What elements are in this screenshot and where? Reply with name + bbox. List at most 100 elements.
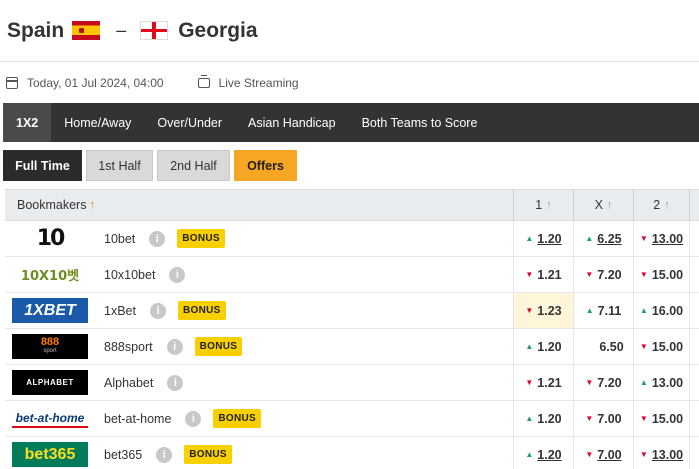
odd-x-cell[interactable]: ▼ 7.20 [574, 365, 634, 400]
odds-value[interactable]: 1.20 [537, 232, 561, 246]
odd-1-cell[interactable]: ▼ 1.21 [514, 365, 574, 400]
bookmaker-logo[interactable]: 1XBET [12, 298, 88, 323]
odd-x-cell[interactable]: ▲ 7.11 [574, 293, 634, 328]
odds-value[interactable]: 16.00 [652, 304, 683, 318]
odd-2-cell[interactable]: ▼ 13.00 [634, 221, 690, 256]
info-icon[interactable]: i [185, 410, 202, 427]
bonus-badge[interactable]: BONUS [194, 337, 243, 356]
odd-1-cell[interactable]: ▲ 1.20 [514, 329, 574, 364]
odd-2-cell[interactable]: ▼ 13.00 [634, 437, 690, 469]
odds-value[interactable]: 13.00 [652, 232, 683, 246]
odd-1-cell[interactable]: ▲ 1.20 [514, 437, 574, 469]
tab-1x2[interactable]: 1X2 [3, 103, 52, 142]
bonus-badge[interactable]: BONUS [213, 409, 262, 428]
tab-home-away[interactable]: Home/Away [51, 103, 144, 142]
odds-value[interactable]: 7.00 [597, 412, 621, 426]
odd-x-cell[interactable]: ▲ 6.25 [574, 221, 634, 256]
bookmaker-name[interactable]: bet365 [104, 448, 142, 462]
tab-over-under[interactable]: Over/Under [144, 103, 235, 142]
odd-2-cell[interactable]: ▼ 15.00 [634, 329, 690, 364]
odds-value[interactable]: 6.25 [597, 232, 621, 246]
odds-up-icon: ▲ [525, 414, 534, 423]
bookmaker-name[interactable]: 10bet [104, 232, 135, 246]
odds-value[interactable]: 7.00 [597, 448, 621, 462]
odds-value[interactable]: 13.00 [652, 376, 683, 390]
odds-down-icon: ▼ [639, 270, 648, 279]
bookmaker-logo[interactable]: 10 [12, 226, 88, 251]
odds-value[interactable]: 7.20 [597, 268, 621, 282]
odd-x-cell[interactable]: ▼ 7.00 [574, 437, 634, 469]
col-2-header[interactable]: 2 ↑ [634, 190, 690, 220]
bookmaker-cell: 10X10벳 10x10bet i [5, 257, 514, 292]
odd-2-cell[interactable]: ▲ 13.00 [634, 365, 690, 400]
info-icon[interactable]: i [169, 266, 186, 283]
tab-offers[interactable]: Offers [234, 150, 297, 181]
odd-2-cell[interactable]: ▲ 16.00 [634, 293, 690, 328]
bookmaker-logo[interactable]: bet365 [12, 442, 88, 467]
bookmaker-name[interactable]: 10x10bet [104, 268, 155, 282]
sort-arrow-icon: ↑ [89, 199, 95, 211]
odds-value[interactable]: 15.00 [652, 412, 683, 426]
bookmaker-logo[interactable]: bet-at-home [12, 409, 88, 428]
bookmakers-header[interactable]: Bookmakers ↑ [5, 190, 514, 220]
away-team-name[interactable]: Georgia [178, 19, 257, 43]
odd-2-cell[interactable]: ▼ 15.00 [634, 257, 690, 292]
odds-value[interactable]: 1.20 [537, 448, 561, 462]
bookmaker-cell: bet-at-home bet-at-home i BONUS [5, 401, 514, 436]
col-x-header[interactable]: X ↑ [574, 190, 634, 220]
odds-down-icon: ▼ [585, 378, 594, 387]
odd-1-cell[interactable]: ▼ 1.21 [514, 257, 574, 292]
home-team-name[interactable]: Spain [7, 19, 64, 43]
info-icon[interactable]: i [156, 446, 173, 463]
tab-full-time[interactable]: Full Time [3, 150, 82, 181]
tab-both-teams-to-score[interactable]: Both Teams to Score [349, 103, 491, 142]
odds-down-icon: ▼ [639, 342, 648, 351]
info-icon[interactable]: i [167, 374, 184, 391]
tab-asian-handicap[interactable]: Asian Handicap [235, 103, 349, 142]
odds-table: Bookmakers ↑ 1 ↑ X ↑ 2 ↑ 10 10bet i BONUS ▲ 1.20… [5, 189, 699, 469]
bookmaker-name[interactable]: Alphabet [104, 376, 153, 390]
odd-1-cell[interactable]: ▲ 1.20 [514, 401, 574, 436]
table-row: ALPHABET Alphabet i ▼ 1.21 ▼ 7.20 ▲ 13.00 [5, 365, 699, 401]
odds-value[interactable]: 7.11 [598, 304, 622, 318]
bookmaker-logo[interactable]: ALPHABET [12, 370, 88, 395]
table-header: Bookmakers ↑ 1 ↑ X ↑ 2 ↑ [5, 189, 699, 221]
info-icon[interactable]: i [149, 230, 166, 247]
bookmaker-name[interactable]: 1xBet [104, 304, 136, 318]
odds-down-icon: ▼ [639, 234, 648, 243]
odds-value[interactable]: 1.20 [537, 412, 561, 426]
odd-x-cell[interactable]: ▼ 7.20 [574, 257, 634, 292]
odds-down-icon: ▼ [585, 450, 594, 459]
odds-up-icon: ▲ [525, 234, 534, 243]
tab-1st-half[interactable]: 1st Half [86, 150, 153, 181]
table-row: 10 10bet i BONUS ▲ 1.20 ▲ 6.25 ▼ 13.00 [5, 221, 699, 257]
odds-value[interactable]: 1.21 [537, 268, 561, 282]
odds-value[interactable]: 13.00 [652, 448, 683, 462]
bookmaker-logo[interactable]: 10X10벳 [12, 262, 88, 287]
odds-value[interactable]: 15.00 [652, 340, 683, 354]
odd-x-cell[interactable]: ▼ 7.00 [574, 401, 634, 436]
tab-2nd-half[interactable]: 2nd Half [157, 150, 230, 181]
bonus-badge[interactable]: BONUS [184, 445, 232, 464]
odds-value[interactable]: 15.00 [652, 268, 683, 282]
bookmaker-name[interactable]: 888sport [104, 340, 153, 354]
bookmaker-name[interactable]: bet-at-home [104, 412, 171, 426]
odd-1-cell[interactable]: ▼ 1.23 [514, 293, 574, 328]
bookmaker-logo[interactable]: 888 sport [12, 334, 88, 359]
col-1-header[interactable]: 1 ↑ [514, 190, 574, 220]
odd-2-cell[interactable]: ▼ 15.00 [634, 401, 690, 436]
odds-value[interactable]: 1.21 [537, 376, 561, 390]
info-icon[interactable]: i [149, 302, 166, 319]
bonus-badge[interactable]: BONUS [177, 301, 226, 320]
odds-value[interactable]: 1.23 [537, 304, 561, 318]
odd-x-cell[interactable]: 6.50 [574, 329, 634, 364]
odds-value[interactable]: 6.50 [599, 340, 623, 354]
odds-value[interactable]: 7.20 [597, 376, 621, 390]
live-streaming-link[interactable]: Live Streaming [219, 76, 299, 90]
odd-1-cell[interactable]: ▲ 1.20 [514, 221, 574, 256]
info-icon[interactable]: i [166, 338, 183, 355]
match-date: Today, 01 Jul 2024, 04:00 [27, 76, 164, 90]
bonus-badge[interactable]: BONUS [177, 229, 225, 248]
odds-down-icon: ▼ [525, 378, 534, 387]
odds-value[interactable]: 1.20 [537, 340, 561, 354]
